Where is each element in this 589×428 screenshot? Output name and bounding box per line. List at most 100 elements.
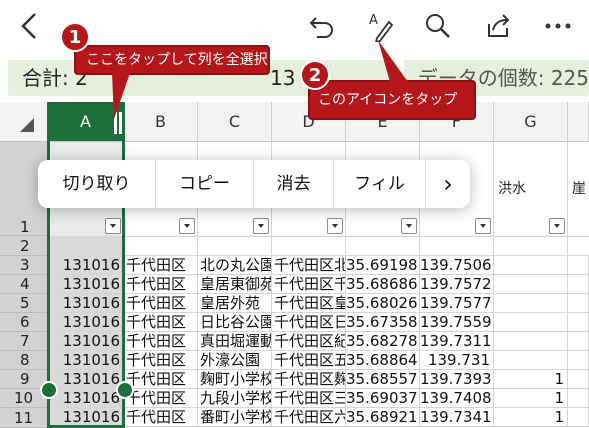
- table-cell-d[interactable]: 千代田区日: [272, 313, 346, 332]
- table-cell-c[interactable]: 番町小学校: [198, 408, 272, 427]
- table-cell-h[interactable]: [568, 256, 589, 275]
- table-cell-f[interactable]: 139.7572: [420, 275, 494, 294]
- table-cell-e[interactable]: 35.68686: [346, 275, 420, 294]
- more-icon[interactable]: [540, 8, 576, 44]
- copy-menu-item[interactable]: コピー: [156, 160, 254, 208]
- filter-dropdown-b[interactable]: [179, 218, 195, 234]
- table-cell-e[interactable]: 35.68557: [346, 370, 420, 389]
- table-cell-b[interactable]: 千代田区: [124, 408, 198, 427]
- table-cell-d[interactable]: 千代田区千: [272, 275, 346, 294]
- filter-dropdown-e[interactable]: [401, 218, 417, 234]
- filter-dropdown-a[interactable]: [105, 218, 121, 234]
- table-cell-g[interactable]: [494, 275, 568, 294]
- table-cell-b[interactable]: 千代田区: [124, 256, 198, 275]
- table-cell-c[interactable]: 真田堀運動: [198, 332, 272, 351]
- table-cell-h[interactable]: [568, 351, 589, 370]
- table-cell-c[interactable]: 外濠公園: [198, 351, 272, 370]
- table-cell-a[interactable]: 131016: [48, 332, 124, 351]
- table-cell-d[interactable]: 千代田区北: [272, 256, 346, 275]
- table-cell-f[interactable]: 139.7341: [420, 408, 494, 427]
- column-header-c[interactable]: C: [198, 102, 272, 142]
- row-header-5[interactable]: 5: [0, 294, 48, 313]
- table-cell-b[interactable]: 千代田区: [124, 275, 198, 294]
- table-cell-d[interactable]: 千代田区六: [272, 408, 346, 427]
- table-cell-g[interactable]: 1: [494, 408, 568, 427]
- table-cell-d[interactable]: 千代田区皇: [272, 294, 346, 313]
- row-header-11[interactable]: 11: [0, 408, 48, 428]
- table-cell-h[interactable]: [568, 408, 589, 427]
- table-cell-e[interactable]: 35.69037: [346, 389, 420, 408]
- table-cell-b[interactable]: 千代田区: [124, 389, 198, 408]
- table-cell-f[interactable]: 139.7311: [420, 332, 494, 351]
- table-cell-f[interactable]: 139.7559: [420, 313, 494, 332]
- table-cell-d[interactable]: 千代田区紀: [272, 332, 346, 351]
- table-cell-f[interactable]: 139.7408: [420, 389, 494, 408]
- table-cell-d[interactable]: 千代田区三: [272, 389, 346, 408]
- table-cell-g[interactable]: [494, 351, 568, 370]
- table-cell-g[interactable]: 1: [494, 389, 568, 408]
- row-header-7[interactable]: 7: [0, 332, 48, 351]
- row-header-8[interactable]: 8: [0, 351, 48, 370]
- selection-handle-right[interactable]: [116, 381, 134, 399]
- table-cell-c[interactable]: 皇居外苑: [198, 294, 272, 313]
- row-header-2[interactable]: 2: [0, 236, 48, 256]
- table-cell-a[interactable]: 131016: [48, 389, 124, 408]
- table-cell-d[interactable]: 千代田区麹: [272, 370, 346, 389]
- fill-menu-item[interactable]: フィル: [334, 160, 426, 208]
- table-cell-c[interactable]: 日比谷公園: [198, 313, 272, 332]
- column-header-g[interactable]: G: [494, 102, 568, 142]
- table-cell-f[interactable]: 139.731: [420, 351, 494, 370]
- table-cell-b[interactable]: 千代田区: [124, 313, 198, 332]
- table-cell-g[interactable]: [494, 256, 568, 275]
- draw-pen-icon[interactable]: A: [364, 8, 400, 44]
- table-cell-h[interactable]: [568, 313, 589, 332]
- table-cell-a[interactable]: 131016: [48, 294, 124, 313]
- filter-dropdown-c[interactable]: [253, 218, 269, 234]
- table-cell-g[interactable]: [494, 313, 568, 332]
- table-cell-b[interactable]: 千代田区: [124, 294, 198, 313]
- table-cell-g[interactable]: [494, 294, 568, 313]
- column-header-h[interactable]: [568, 102, 589, 142]
- selection-handle-left[interactable]: [40, 381, 58, 399]
- table-cell-f[interactable]: 139.7393: [420, 370, 494, 389]
- share-icon[interactable]: [480, 8, 516, 44]
- filter-dropdown-f[interactable]: [475, 218, 491, 234]
- delete-menu-item[interactable]: 消去: [254, 160, 334, 208]
- table-cell-a[interactable]: 131016: [48, 370, 124, 389]
- table-cell-h[interactable]: [568, 332, 589, 351]
- table-cell-d[interactable]: 千代田区五: [272, 351, 346, 370]
- table-cell-b[interactable]: 千代田区: [124, 332, 198, 351]
- row-header-3[interactable]: 3: [0, 256, 48, 275]
- table-cell-h[interactable]: [568, 389, 589, 408]
- table-cell-c[interactable]: 北の丸公園: [198, 256, 272, 275]
- cut-menu-item[interactable]: 切り取り: [38, 160, 156, 208]
- cell-a2[interactable]: [48, 236, 124, 256]
- table-cell-e[interactable]: 35.68921: [346, 408, 420, 427]
- filter-dropdown-g[interactable]: [549, 218, 565, 234]
- table-cell-f[interactable]: 139.7577: [420, 294, 494, 313]
- table-cell-b[interactable]: 千代田区: [124, 351, 198, 370]
- table-cell-a[interactable]: 131016: [48, 351, 124, 370]
- table-cell-b[interactable]: 千代田区: [124, 370, 198, 389]
- table-cell-g[interactable]: 1: [494, 370, 568, 389]
- filter-dropdown-d[interactable]: [327, 218, 343, 234]
- table-cell-h[interactable]: [568, 275, 589, 294]
- table-cell-h[interactable]: [568, 370, 589, 389]
- table-cell-f[interactable]: 139.7506: [420, 256, 494, 275]
- row-header-4[interactable]: 4: [0, 275, 48, 294]
- back-icon[interactable]: [12, 8, 48, 44]
- table-cell-e[interactable]: 35.69198: [346, 256, 420, 275]
- table-cell-c[interactable]: 皇居東御苑: [198, 275, 272, 294]
- table-cell-h[interactable]: [568, 294, 589, 313]
- table-cell-e[interactable]: 35.68026: [346, 294, 420, 313]
- table-cell-c[interactable]: 九段小学校: [198, 389, 272, 408]
- search-icon[interactable]: [420, 8, 456, 44]
- table-cell-a[interactable]: 131016: [48, 313, 124, 332]
- table-cell-e[interactable]: 35.68278: [346, 332, 420, 351]
- table-cell-c[interactable]: 麹町小学校: [198, 370, 272, 389]
- table-cell-a[interactable]: 131016: [48, 408, 124, 427]
- undo-icon[interactable]: [304, 8, 340, 44]
- row-header-6[interactable]: 6: [0, 313, 48, 332]
- more-menu-arrow[interactable]: ›: [426, 160, 470, 208]
- select-all-corner[interactable]: [0, 102, 48, 142]
